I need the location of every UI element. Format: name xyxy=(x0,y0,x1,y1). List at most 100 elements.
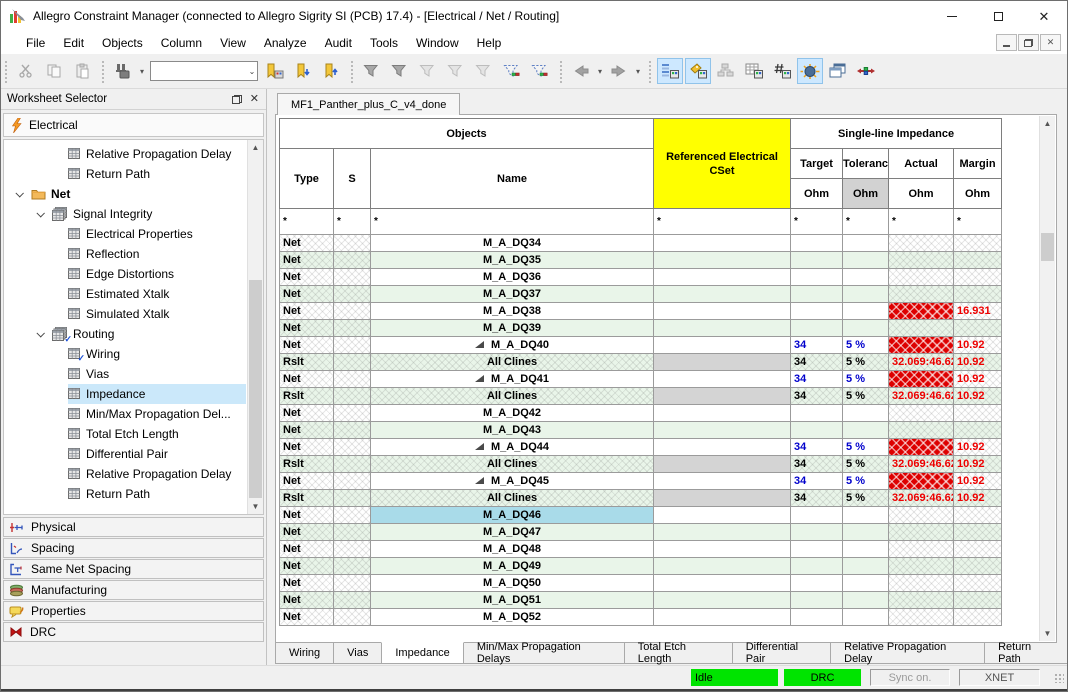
type-cell[interactable]: Net xyxy=(280,337,334,354)
worksheet-tab-differential-pair[interactable]: Differential Pair xyxy=(732,643,831,664)
referenced-cset-cell[interactable] xyxy=(654,422,791,439)
grid-scrollbar-thumb[interactable] xyxy=(1041,233,1054,261)
target-cell[interactable] xyxy=(791,541,843,558)
tolerance-cell[interactable] xyxy=(843,405,889,422)
filter-settings-button[interactable] xyxy=(471,58,497,84)
filter-cell[interactable]: * xyxy=(654,209,791,235)
target-cell[interactable] xyxy=(791,575,843,592)
toggle-worksheet-selector-button[interactable] xyxy=(657,58,683,84)
name-cell[interactable]: M_A_DQ43 xyxy=(371,422,654,439)
type-cell[interactable]: Net xyxy=(280,473,334,490)
tree-item-min-max-propagation-del[interactable]: Min/Max Propagation Del... xyxy=(4,404,246,424)
margin-cell[interactable] xyxy=(954,235,1002,252)
margin-cell[interactable] xyxy=(954,320,1002,337)
cascade-windows-button[interactable] xyxy=(825,58,851,84)
actual-cell[interactable] xyxy=(889,286,954,303)
name-cell[interactable]: M_A_DQ44 xyxy=(371,439,654,456)
actual-cell[interactable] xyxy=(889,252,954,269)
type-cell[interactable]: Rslt xyxy=(280,388,334,405)
toolbar-drag-handle[interactable] xyxy=(100,59,105,83)
filter-custom-button[interactable] xyxy=(443,58,469,84)
tree-item-signal-integrity[interactable]: Signal Integrity xyxy=(4,204,246,224)
referenced-cset-cell[interactable] xyxy=(654,456,791,473)
hierarchy-view-button[interactable] xyxy=(713,58,739,84)
target-cell[interactable]: 34 xyxy=(791,354,843,371)
s-cell[interactable] xyxy=(334,473,371,490)
actual-cell[interactable] xyxy=(889,303,954,320)
name-cell[interactable]: All Clines xyxy=(371,490,654,507)
referenced-cset-cell[interactable] xyxy=(654,235,791,252)
menu-help[interactable]: Help xyxy=(468,33,511,53)
expand-triangle-icon[interactable] xyxy=(475,341,484,348)
tree-expand-chevron-icon[interactable] xyxy=(12,191,26,197)
target-cell[interactable]: 34 xyxy=(791,337,843,354)
tree-item-return-path[interactable]: Return Path xyxy=(4,164,246,184)
filter-cell[interactable]: * xyxy=(889,209,954,235)
actual-cell[interactable] xyxy=(889,541,954,558)
s-cell[interactable] xyxy=(334,592,371,609)
referenced-cset-cell[interactable] xyxy=(654,252,791,269)
margin-cell[interactable] xyxy=(954,592,1002,609)
tolerance-cell[interactable] xyxy=(843,235,889,252)
object-search-combobox[interactable]: ⌄ xyxy=(150,61,258,81)
menu-analyze[interactable]: Analyze xyxy=(255,33,316,53)
actual-cell[interactable] xyxy=(889,371,954,388)
tolerance-cell[interactable] xyxy=(843,422,889,439)
tolerance-cell[interactable] xyxy=(843,524,889,541)
name-cell[interactable]: M_A_DQ42 xyxy=(371,405,654,422)
expand-triangle-icon[interactable] xyxy=(475,477,484,484)
tree-item-differential-pair[interactable]: Differential Pair xyxy=(4,444,246,464)
s-cell[interactable] xyxy=(334,439,371,456)
back-dropdown-caret-icon[interactable]: ▾ xyxy=(595,67,605,76)
actual-cell[interactable] xyxy=(889,609,954,626)
actual-cell[interactable] xyxy=(889,235,954,252)
target-cell[interactable]: 34 xyxy=(791,371,843,388)
forward-dropdown-caret-icon[interactable]: ▾ xyxy=(633,67,643,76)
target-cell[interactable]: 34 xyxy=(791,473,843,490)
tree-item-net[interactable]: Net xyxy=(4,184,246,204)
copy-button[interactable] xyxy=(41,58,67,84)
tolerance-cell[interactable] xyxy=(843,558,889,575)
actual-cell[interactable]: 32.069:46.62 xyxy=(889,490,954,507)
target-cell[interactable] xyxy=(791,320,843,337)
referenced-cset-cell[interactable] xyxy=(654,575,791,592)
filter-cell[interactable]: * xyxy=(843,209,889,235)
target-cell[interactable] xyxy=(791,592,843,609)
margin-cell[interactable]: 10.92 xyxy=(954,473,1002,490)
menu-view[interactable]: View xyxy=(211,33,255,53)
minimize-button[interactable] xyxy=(929,1,975,31)
target-cell[interactable] xyxy=(791,269,843,286)
type-cell[interactable]: Net xyxy=(280,541,334,558)
tree-item-total-etch-length[interactable]: Total Etch Length xyxy=(4,424,246,444)
tolerance-cell[interactable] xyxy=(843,286,889,303)
mdi-minimize-button[interactable] xyxy=(996,34,1017,51)
name-cell[interactable]: M_A_DQ47 xyxy=(371,524,654,541)
referenced-cset-cell[interactable] xyxy=(654,320,791,337)
margin-cell[interactable]: 10.92 xyxy=(954,456,1002,473)
target-cell[interactable] xyxy=(791,507,843,524)
tolerance-cell[interactable] xyxy=(843,507,889,524)
filter-cell[interactable]: * xyxy=(280,209,334,235)
close-button[interactable]: ✕ xyxy=(1021,1,1067,31)
actual-cell[interactable]: 32.069:46.62 xyxy=(889,456,954,473)
tree-item-routing[interactable]: ✓Routing xyxy=(4,324,246,344)
name-cell[interactable]: M_A_DQ51 xyxy=(371,592,654,609)
margin-cell[interactable] xyxy=(954,507,1002,524)
section-manufacturing[interactable]: Manufacturing xyxy=(3,580,264,600)
actual-cell[interactable] xyxy=(889,592,954,609)
tolerance-cell[interactable] xyxy=(843,541,889,558)
tolerance-cell[interactable]: 5 % xyxy=(843,490,889,507)
tolerance-cell[interactable]: 5 % xyxy=(843,439,889,456)
find-dropdown-caret-icon[interactable]: ▾ xyxy=(137,67,147,76)
toolbar-drag-handle[interactable] xyxy=(558,59,563,83)
section-drc[interactable]: DRC xyxy=(3,622,264,642)
s-cell[interactable] xyxy=(334,337,371,354)
target-cell[interactable] xyxy=(791,558,843,575)
margin-cell[interactable] xyxy=(954,558,1002,575)
scroll-down-icon[interactable]: ▼ xyxy=(248,499,263,514)
target-cell[interactable] xyxy=(791,235,843,252)
expand-triangle-icon[interactable] xyxy=(475,443,484,450)
name-cell[interactable]: M_A_DQ37 xyxy=(371,286,654,303)
worksheet-tab-wiring[interactable]: Wiring xyxy=(275,643,334,664)
filter-cell[interactable]: * xyxy=(954,209,1002,235)
